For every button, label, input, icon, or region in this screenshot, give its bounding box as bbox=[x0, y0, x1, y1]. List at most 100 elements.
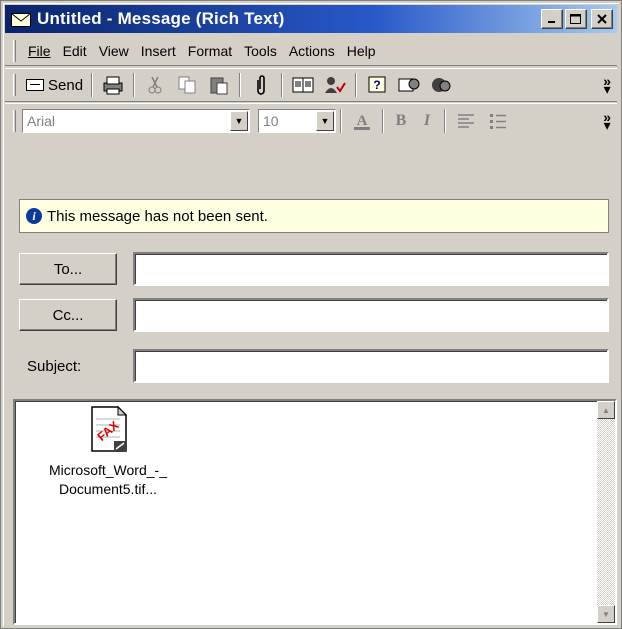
help-button[interactable]: ? bbox=[363, 72, 391, 98]
menu-help-label: Help bbox=[346, 42, 376, 59]
print-icon bbox=[103, 76, 123, 95]
toolbar-separator bbox=[133, 73, 136, 97]
size-value: 10 bbox=[263, 112, 279, 129]
scroll-up-button[interactable]: ▲ bbox=[597, 401, 615, 419]
info-text: This message has not been sent. bbox=[47, 207, 268, 225]
bold-button[interactable]: B bbox=[388, 112, 414, 130]
menu-format[interactable]: Format bbox=[182, 43, 238, 59]
menu-view-label: View bbox=[98, 42, 129, 59]
menu-edit-label: Edit bbox=[62, 42, 87, 59]
svg-text:?: ? bbox=[373, 78, 380, 92]
envelope-icon bbox=[11, 12, 31, 27]
subject-label: Subject: bbox=[27, 357, 82, 375]
menu-grip[interactable] bbox=[13, 39, 16, 62]
info-bar: i This message has not been sent. bbox=[19, 199, 609, 233]
format-grip[interactable] bbox=[13, 109, 16, 132]
minimize-icon bbox=[548, 21, 555, 23]
send-button[interactable]: Send bbox=[22, 77, 87, 94]
format-overflow-label: » bbox=[603, 108, 611, 125]
bullets-button[interactable] bbox=[484, 108, 512, 134]
formatting-toolbar: Arial ▼ 10 ▼ A B I » ▾ bbox=[5, 103, 617, 137]
send-icon bbox=[26, 79, 44, 91]
menu-bar: File Edit View Insert Format Tools Actio… bbox=[5, 36, 617, 66]
format-overflow-button[interactable]: » ▾ bbox=[603, 110, 611, 132]
standard-toolbar: Send ? » ▾ bbox=[5, 68, 617, 102]
info-icon: i bbox=[26, 208, 42, 224]
chevron-down-icon[interactable]: ▼ bbox=[230, 110, 248, 131]
menu-insert[interactable]: Insert bbox=[135, 43, 182, 59]
cut-icon bbox=[148, 76, 162, 94]
menu-actions-label: Actions bbox=[288, 42, 335, 59]
attachment-name-line2: Document5.tif... bbox=[58, 481, 158, 497]
paste-icon bbox=[210, 77, 228, 95]
toolbar-overflow-button[interactable]: » ▾ bbox=[603, 74, 611, 96]
align-button[interactable] bbox=[452, 108, 480, 134]
attach-button[interactable] bbox=[247, 72, 275, 98]
minimize-button[interactable] bbox=[541, 9, 563, 29]
cc-button[interactable]: Cc... bbox=[19, 299, 117, 331]
toolbar-separator bbox=[355, 73, 358, 97]
help-icon: ? bbox=[368, 76, 386, 93]
toolbar-separator bbox=[382, 108, 384, 133]
font-select[interactable]: Arial ▼ bbox=[22, 108, 250, 133]
close-button[interactable] bbox=[591, 9, 613, 29]
attachment-item[interactable]: FAX Microsoft_Word_-_ Document5.tif... bbox=[23, 405, 193, 499]
maximize-icon bbox=[570, 13, 581, 24]
menu-help[interactable]: Help bbox=[341, 43, 382, 59]
options-button[interactable] bbox=[427, 72, 455, 98]
cc-row: Cc... bbox=[19, 298, 609, 332]
maximize-button[interactable] bbox=[565, 9, 587, 29]
title-bar[interactable]: Untitled - Message (Rich Text) bbox=[5, 5, 617, 33]
toolbar-separator bbox=[281, 73, 284, 97]
window-title: Untitled - Message (Rich Text) bbox=[37, 9, 285, 28]
menu-tools-label: Tools bbox=[244, 42, 277, 59]
subject-field[interactable] bbox=[133, 349, 609, 383]
address-book-icon bbox=[292, 77, 314, 93]
cc-button-label: Cc... bbox=[52, 306, 84, 324]
size-select[interactable]: 10 ▼ bbox=[258, 108, 336, 133]
print-button[interactable] bbox=[99, 72, 127, 98]
address-book-button[interactable] bbox=[289, 72, 317, 98]
cut-button[interactable] bbox=[141, 72, 169, 98]
scroll-down-button[interactable]: ▼ bbox=[597, 605, 615, 623]
menu-file-label: File bbox=[28, 42, 51, 59]
message-window: Untitled - Message (Rich Text) File Edit… bbox=[0, 0, 622, 629]
menu-actions[interactable]: Actions bbox=[283, 43, 341, 59]
menu-edit[interactable]: Edit bbox=[57, 43, 93, 59]
menu-insert-label: Insert bbox=[140, 42, 176, 59]
subject-row: Subject: bbox=[19, 349, 609, 383]
copy-icon bbox=[178, 76, 196, 94]
vertical-scrollbar[interactable]: ▲ ▼ bbox=[597, 401, 615, 623]
close-icon bbox=[597, 14, 607, 24]
italic-button[interactable]: I bbox=[414, 112, 440, 130]
menu-view[interactable]: View bbox=[93, 43, 135, 59]
assistant-icon bbox=[398, 78, 420, 92]
cc-field[interactable] bbox=[133, 298, 609, 332]
assistant-button[interactable] bbox=[395, 72, 423, 98]
align-left-icon bbox=[458, 113, 474, 128]
check-names-button[interactable] bbox=[321, 72, 349, 98]
fax-document-icon: FAX bbox=[86, 405, 130, 457]
svg-text:A: A bbox=[357, 113, 368, 129]
paste-button[interactable] bbox=[205, 72, 233, 98]
menu-tools[interactable]: Tools bbox=[238, 43, 283, 59]
to-field[interactable] bbox=[133, 252, 609, 286]
send-label: Send bbox=[48, 76, 84, 94]
message-body[interactable]: FAX Microsoft_Word_-_ Document5.tif... ▲… bbox=[13, 399, 617, 625]
bullets-icon bbox=[490, 113, 506, 129]
toolbar-grip[interactable] bbox=[13, 74, 16, 96]
toolbar-overflow-label: » bbox=[603, 73, 611, 89]
copy-button[interactable] bbox=[173, 72, 201, 98]
attachment-name-line1: Microsoft_Word_-_ bbox=[48, 462, 167, 478]
toolbar-separator bbox=[239, 73, 242, 97]
font-value: Arial bbox=[27, 112, 56, 129]
menu-file[interactable]: File bbox=[22, 43, 57, 59]
to-button[interactable]: To... bbox=[19, 253, 117, 285]
toolbar-separator bbox=[444, 108, 446, 133]
font-color-button[interactable]: A bbox=[348, 108, 376, 134]
chevron-down-icon[interactable]: ▼ bbox=[316, 110, 334, 131]
to-row: To... bbox=[19, 252, 609, 286]
options-icon bbox=[432, 78, 451, 92]
menu-format-label: Format bbox=[187, 42, 233, 59]
check-names-icon bbox=[325, 77, 346, 93]
